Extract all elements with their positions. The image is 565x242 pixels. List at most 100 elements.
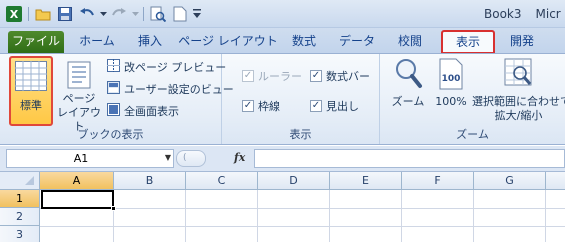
custom-views-button[interactable]: ユーザー設定のビュー <box>107 81 234 97</box>
group-zoom: ズーム 100 100% 選択範囲に合わせて 拡大/縮小 ズーム <box>380 54 565 144</box>
new-document-icon[interactable] <box>170 4 190 24</box>
formula-area: ( fx <box>174 149 565 168</box>
tab-insert[interactable]: 挿入 <box>128 31 172 53</box>
name-box-dropdown-icon[interactable]: ▼ <box>165 153 171 162</box>
page-break-preview-button[interactable]: 改ページ プレビュー <box>107 59 226 75</box>
headings-label: 見出し <box>326 100 359 113</box>
zoom-to-selection-icon <box>504 57 534 91</box>
page-layout-label-line1: ページ <box>62 92 96 105</box>
print-preview-icon[interactable] <box>148 4 168 24</box>
tab-review[interactable]: 校閲 <box>390 31 430 53</box>
excel-logo-icon[interactable]: X <box>4 4 24 24</box>
column-header-d[interactable]: D <box>258 172 330 190</box>
tab-home[interactable]: ホーム <box>70 31 124 53</box>
row-header-2[interactable]: 2 <box>0 208 40 226</box>
column-header-c[interactable]: C <box>186 172 258 190</box>
customize-qat-icon[interactable] <box>192 4 202 24</box>
formula-bar-resize-handle[interactable]: ( <box>176 150 206 167</box>
zoom-label: ズーム <box>391 95 425 108</box>
tab-view[interactable]: 表示 <box>441 30 495 54</box>
zoom-100-button[interactable]: 100 100% <box>432 57 470 125</box>
custom-views-icon <box>107 81 120 97</box>
title-bar: X Book3 Micr <box>0 0 565 28</box>
gridlines-checkbox[interactable]: ✓ 枠線 <box>242 98 280 114</box>
tab-page-layout[interactable]: ページ レイアウト <box>178 31 278 53</box>
gridline <box>329 190 330 242</box>
qat-separator <box>143 7 144 21</box>
ribbon-body: 標準 ページ レイアウト 改ページ プレビュー ユーザー設定のビュー 全画面表示… <box>0 53 565 145</box>
group-label-zoom: ズーム <box>456 128 489 141</box>
workbook-name: Book3 <box>484 7 522 21</box>
tab-data[interactable]: データ <box>334 31 380 53</box>
gridline <box>401 190 402 242</box>
page-break-preview-label: 改ページ プレビュー <box>124 61 227 74</box>
normal-view-icon <box>15 61 47 91</box>
column-header-f[interactable]: F <box>402 172 474 190</box>
headings-checkbox[interactable]: ✓ 見出し <box>310 98 359 114</box>
tab-formulas[interactable]: 数式 <box>284 31 324 53</box>
undo-icon[interactable] <box>77 4 97 24</box>
custom-views-label: ユーザー設定のビュー <box>124 83 234 96</box>
tab-developer[interactable]: 開発 <box>500 31 544 53</box>
zoom-to-selection-line2: 拡大/縮小 <box>494 109 543 122</box>
ruler-checkbox[interactable]: ✓ ルーラー <box>242 68 302 84</box>
ribbon-tabs: ファイル ホーム 挿入 ページ レイアウト 数式 データ 校閲 表示 開発 <box>0 28 565 54</box>
gridline <box>185 190 186 242</box>
gridline <box>257 190 258 242</box>
group-workbook-views: 標準 ページ レイアウト 改ページ プレビュー ユーザー設定のビュー 全画面表示… <box>0 54 234 144</box>
full-screen-button[interactable]: 全画面表示 <box>107 103 179 119</box>
name-box-value: A1 <box>73 152 89 165</box>
full-screen-icon <box>107 103 120 119</box>
normal-view-label: 標準 <box>20 99 42 112</box>
full-screen-label: 全画面表示 <box>124 105 179 118</box>
gridline <box>40 226 565 227</box>
page-layout-view-button[interactable]: ページ レイアウト <box>56 57 102 133</box>
tab-file[interactable]: ファイル <box>8 31 64 53</box>
zoom-button[interactable]: ズーム <box>388 57 428 125</box>
column-header-partial[interactable] <box>546 172 565 190</box>
formula-input[interactable] <box>254 149 565 168</box>
quick-access-toolbar: X <box>4 4 202 24</box>
redo-dropdown-icon[interactable] <box>131 4 139 24</box>
zoom-100-icon: 100 <box>438 57 464 91</box>
formula-bar: A1 ▼ ( fx <box>0 146 565 172</box>
worksheet-grid: A B C D E F G 1 2 3 <box>0 172 565 242</box>
svg-text:100: 100 <box>442 74 461 84</box>
row-header-3[interactable]: 3 <box>0 226 40 242</box>
ruler-label: ルーラー <box>258 70 302 83</box>
group-label-workbook-views: ブックの表示 <box>77 128 144 141</box>
normal-view-button[interactable]: 標準 <box>9 56 53 126</box>
formula-bar-checkbox[interactable]: ✓ 数式バー <box>310 68 370 84</box>
zoom-to-selection-button[interactable]: 選択範囲に合わせて 拡大/縮小 <box>472 57 565 125</box>
group-label-show: 表示 <box>289 128 312 141</box>
redo-icon[interactable] <box>109 4 129 24</box>
window-title: Book3 Micr <box>484 7 565 21</box>
gridlines-label: 枠線 <box>258 100 280 113</box>
formula-bar-check-icon: ✓ <box>310 70 322 82</box>
column-header-g[interactable]: G <box>474 172 546 190</box>
group-show: ✓ ルーラー ✓ 数式バー ✓ 枠線 ✓ 見出し 表示 <box>222 54 380 144</box>
magnifier-icon <box>393 57 423 91</box>
column-header-e[interactable]: E <box>330 172 402 190</box>
gridline <box>545 190 546 242</box>
zoom-to-selection-line1: 選択範囲に合わせて <box>472 95 565 108</box>
column-header-b[interactable]: B <box>114 172 186 190</box>
zoom-100-label: 100% <box>435 95 467 108</box>
open-folder-icon[interactable] <box>33 4 53 24</box>
name-box[interactable]: A1 ▼ <box>6 149 174 168</box>
gridlines-check-icon: ✓ <box>242 100 254 112</box>
grip-icon: ( <box>183 153 187 163</box>
select-all-corner[interactable] <box>0 172 40 190</box>
column-header-a[interactable]: A <box>40 172 114 190</box>
headings-check-icon: ✓ <box>310 100 322 112</box>
app-title-partial: Micr <box>535 7 561 21</box>
ruler-check-icon: ✓ <box>242 70 254 82</box>
fill-handle[interactable] <box>111 206 116 211</box>
row-header-1[interactable]: 1 <box>0 190 40 208</box>
gridline <box>40 208 565 209</box>
fx-icon[interactable]: fx <box>234 151 245 164</box>
undo-dropdown-icon[interactable] <box>99 4 107 24</box>
formula-bar-label: 数式バー <box>326 70 370 83</box>
save-icon[interactable] <box>55 4 75 24</box>
active-cell-a1[interactable] <box>41 190 116 211</box>
